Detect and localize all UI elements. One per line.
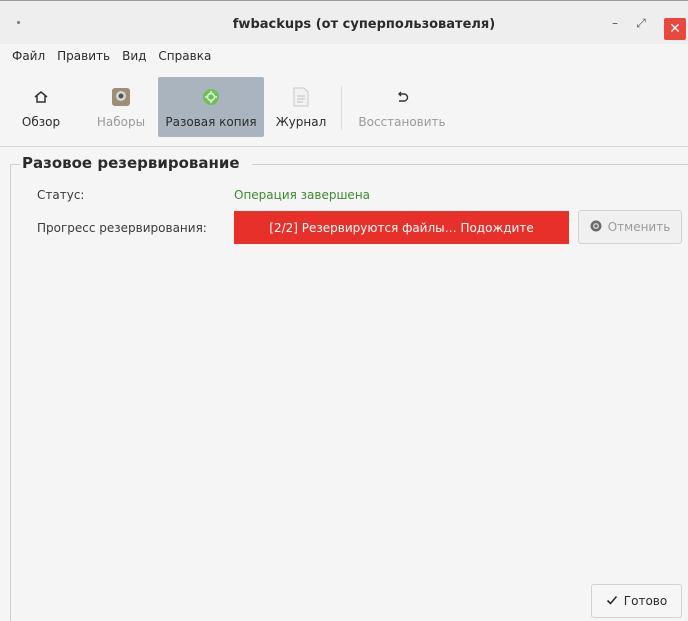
home-icon — [31, 87, 51, 107]
title-bar: fwbackups (от суперпользователя) – ⤢ ✕ — [0, 0, 688, 44]
frame-border-left — [10, 164, 11, 621]
toolbar-onetime-button[interactable]: Разовая копия — [158, 77, 264, 137]
backup-progress-bar: [2/2] Резервируются файлы… Подождите — [234, 211, 569, 244]
toolbar-log-button[interactable]: Журнал — [272, 77, 330, 137]
toolbar-log-label: Журнал — [275, 115, 327, 129]
done-label: Готово — [623, 594, 668, 608]
toolbar: Обзор Наборы Разовая копия Журнал Восста… — [0, 70, 688, 144]
done-button[interactable]: Готово — [591, 584, 682, 618]
frame-border-top-left — [10, 164, 20, 165]
toolbar-sets-label: Наборы — [96, 115, 146, 129]
section-title: Разовое резервирование — [22, 154, 240, 172]
backup-icon — [201, 87, 221, 107]
toolbar-overview-label: Обзор — [21, 115, 61, 129]
toolbar-onetime-label: Разовая копия — [165, 115, 257, 129]
progress-label: Прогресс резервирования: — [37, 221, 207, 235]
toolbar-overview-button[interactable]: Обзор — [18, 77, 64, 137]
progress-text: [2/2] Резервируются файлы… Подождите — [269, 220, 534, 235]
menu-view[interactable]: Вид — [116, 49, 152, 63]
check-icon — [606, 594, 618, 609]
toolbar-restore-button[interactable]: Восстановить — [354, 77, 450, 137]
log-icon — [291, 87, 311, 107]
sets-icon — [111, 87, 131, 107]
toolbar-restore-label: Восстановить — [358, 115, 446, 129]
toolbar-sets-button[interactable]: Наборы — [92, 77, 150, 137]
maximize-button[interactable]: ⤢ — [630, 12, 652, 34]
cancel-icon — [590, 220, 602, 235]
minimize-button[interactable]: – — [604, 12, 626, 34]
cancel-label: Отменить — [607, 220, 671, 234]
status-label: Статус: — [37, 188, 85, 202]
menu-bar: Файл Править Вид Справка — [0, 44, 688, 68]
window-title: fwbackups (от суперпользователя) — [232, 17, 496, 32]
menu-file[interactable]: Файл — [6, 49, 51, 63]
frame-border-top-right — [252, 164, 688, 165]
toolbar-divider — [0, 146, 688, 147]
cancel-button[interactable]: Отменить — [578, 210, 682, 244]
menu-help[interactable]: Справка — [152, 49, 217, 63]
menu-edit[interactable]: Править — [51, 49, 116, 63]
undo-icon — [392, 87, 412, 107]
status-value: Операция завершена — [234, 188, 371, 202]
toolbar-separator — [341, 86, 342, 130]
close-button[interactable]: ✕ — [664, 18, 686, 40]
